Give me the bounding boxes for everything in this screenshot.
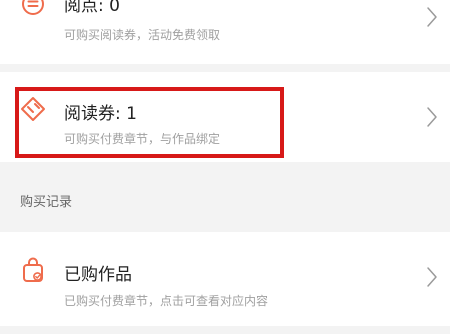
yuedian-row[interactable]: 阅点: 0 可购买阅读券，活动免费领取 xyxy=(0,0,450,64)
list-icon xyxy=(21,0,45,20)
shopping-bag-icon xyxy=(21,257,45,287)
yuedian-subtitle: 可购买阅读券，活动免费领取 xyxy=(64,28,221,42)
reading-ticket-subtitle: 可购买付费章节，与作品绑定 xyxy=(64,132,221,146)
purchased-works-subtitle: 已购买付费章节，点击可查看对应内容 xyxy=(64,294,269,308)
purchase-records-header: 购买记录 xyxy=(20,195,73,210)
ticket-icon xyxy=(20,96,46,126)
chevron-right-icon xyxy=(426,6,438,32)
reading-ticket-row[interactable]: 阅读券: 1 可购买付费章节，与作品绑定 xyxy=(0,72,450,162)
purchased-works-title: 已购作品 xyxy=(64,265,132,285)
yuedian-title: 阅点: 0 xyxy=(64,0,120,16)
chevron-right-icon xyxy=(426,266,438,292)
reading-ticket-title: 阅读券: 1 xyxy=(64,104,137,124)
purchased-works-row[interactable]: 已购作品 已购买付费章节，点击可查看对应内容 xyxy=(0,232,450,326)
chevron-right-icon xyxy=(426,106,438,132)
